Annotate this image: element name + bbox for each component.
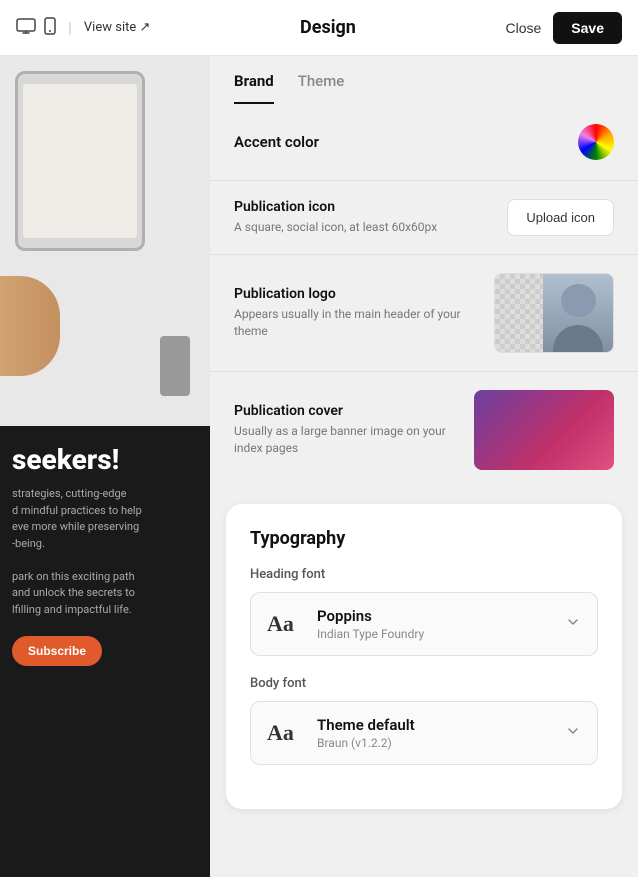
publication-logo-action bbox=[494, 273, 614, 353]
typography-title: Typography bbox=[250, 528, 598, 549]
preview-body-line1: strategies, cutting-edge bbox=[12, 486, 198, 503]
save-button[interactable]: Save bbox=[553, 12, 622, 44]
publication-icon-title: Publication icon bbox=[234, 199, 491, 215]
preview-top-area bbox=[0, 56, 210, 426]
top-bar-left: | View site ↗ bbox=[16, 17, 150, 39]
preview-body-line6: park on this exciting path bbox=[12, 569, 198, 586]
logo-thumbnail[interactable] bbox=[494, 273, 614, 353]
top-bar: | View site ↗ Design Close Save bbox=[0, 0, 638, 56]
accent-color-picker[interactable] bbox=[578, 124, 614, 160]
publication-logo-row: Publication logo Appears usually in the … bbox=[210, 254, 638, 371]
heading-font-info: Poppins Indian Type Foundry bbox=[317, 607, 557, 641]
separator: | bbox=[68, 18, 72, 37]
preview-dark-area: seekers! strategies, cutting-edge d mind… bbox=[0, 426, 210, 877]
design-panel: Brand Theme Accent color Publication ico… bbox=[210, 56, 638, 877]
preview-panel: seekers! strategies, cutting-edge d mind… bbox=[0, 56, 210, 877]
top-bar-right: Close Save bbox=[506, 12, 623, 44]
preview-body: strategies, cutting-edge d mindful pract… bbox=[12, 486, 198, 618]
heading-font-chevron-icon bbox=[565, 614, 581, 634]
upload-icon-button[interactable]: Upload icon bbox=[507, 199, 614, 236]
camera-stand-graphic bbox=[160, 336, 190, 396]
top-bar-center: Design bbox=[150, 17, 505, 38]
close-button[interactable]: Close bbox=[506, 20, 542, 36]
accent-color-row: Accent color bbox=[210, 104, 638, 180]
mobile-icon[interactable] bbox=[44, 17, 56, 39]
publication-icon-info: Publication icon A square, social icon, … bbox=[234, 199, 491, 236]
tab-brand[interactable]: Brand bbox=[234, 72, 274, 104]
tabs-bar: Brand Theme bbox=[210, 56, 638, 104]
tab-theme[interactable]: Theme bbox=[298, 72, 345, 104]
heading-font-name: Poppins bbox=[317, 607, 557, 625]
logo-face bbox=[543, 274, 613, 353]
tablet-screen bbox=[23, 84, 137, 237]
hand-graphic bbox=[0, 276, 60, 376]
cover-thumbnail[interactable] bbox=[474, 390, 614, 470]
preview-body-line8: lfilling and impactful life. bbox=[12, 602, 198, 619]
preview-body-line4: -being. bbox=[12, 536, 198, 553]
preview-subscribe-button[interactable]: Subscribe bbox=[12, 636, 102, 666]
publication-cover-info: Publication cover Usually as a large ban… bbox=[234, 403, 458, 457]
preview-tablet bbox=[15, 71, 145, 251]
logo-thumbnail-bg bbox=[495, 274, 613, 352]
body-font-info: Theme default Braun (v1.2.2) bbox=[317, 716, 557, 750]
heading-font-aa: Aa bbox=[267, 611, 303, 637]
view-site-link[interactable]: View site ↗ bbox=[84, 20, 150, 35]
body-font-selector[interactable]: Aa Theme default Braun (v1.2.2) bbox=[250, 701, 598, 765]
heading-font-foundry: Indian Type Foundry bbox=[317, 627, 557, 641]
publication-cover-action bbox=[474, 390, 614, 470]
publication-icon-action: Upload icon bbox=[507, 199, 614, 236]
publication-cover-row: Publication cover Usually as a large ban… bbox=[210, 371, 638, 488]
preview-body-line7: and unlock the secrets to bbox=[12, 585, 198, 602]
body-font-aa: Aa bbox=[267, 720, 303, 746]
monitor-icon[interactable] bbox=[16, 18, 36, 38]
publication-cover-title: Publication cover bbox=[234, 403, 458, 419]
typography-card: Typography Heading font Aa Poppins India… bbox=[226, 504, 622, 809]
body-font-name: Theme default bbox=[317, 716, 557, 734]
heading-font-selector[interactable]: Aa Poppins Indian Type Foundry bbox=[250, 592, 598, 656]
preview-seekers-text: seekers! bbox=[12, 446, 198, 474]
publication-icon-row: Publication icon A square, social icon, … bbox=[210, 180, 638, 254]
preview-body-line2: d mindful practices to help bbox=[12, 503, 198, 520]
publication-logo-title: Publication logo bbox=[234, 286, 478, 302]
heading-font-label: Heading font bbox=[250, 567, 598, 582]
body-font-version: Braun (v1.2.2) bbox=[317, 736, 557, 750]
publication-logo-info: Publication logo Appears usually in the … bbox=[234, 286, 478, 340]
body-font-label: Body font bbox=[250, 676, 598, 691]
publication-cover-desc: Usually as a large banner image on your … bbox=[234, 423, 458, 457]
main-layout: seekers! strategies, cutting-edge d mind… bbox=[0, 56, 638, 877]
preview-body-line3: eve more while preserving bbox=[12, 519, 198, 536]
publication-icon-desc: A square, social icon, at least 60x60px bbox=[234, 219, 491, 236]
publication-logo-desc: Appears usually in the main header of yo… bbox=[234, 306, 478, 340]
page-title: Design bbox=[300, 17, 356, 38]
accent-color-label: Accent color bbox=[234, 133, 319, 151]
body-font-chevron-icon bbox=[565, 723, 581, 743]
